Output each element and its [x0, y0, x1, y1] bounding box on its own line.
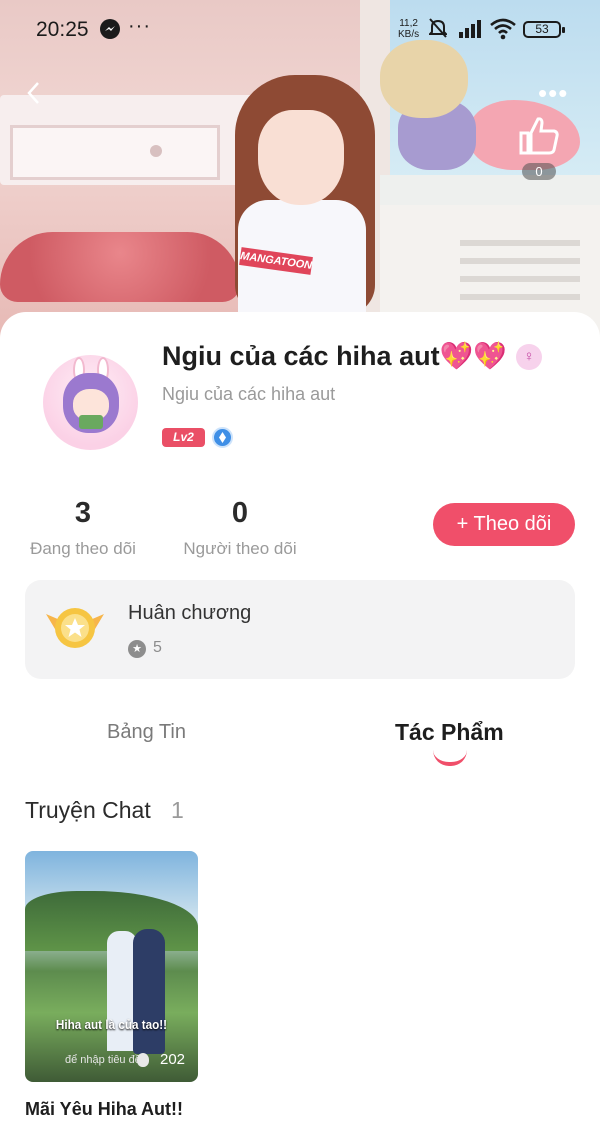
female-gender-icon: ♀	[516, 344, 542, 370]
mute-bell-icon	[427, 18, 449, 38]
battery-indicator: 53	[523, 21, 565, 38]
thumbs-up-icon[interactable]	[517, 113, 561, 157]
character-face	[258, 110, 344, 205]
level-badge[interactable]: Lv2	[162, 428, 205, 447]
cabinet-slat	[460, 276, 580, 282]
network-speed-unit: KB/s	[398, 29, 420, 40]
medal-title: Huân chương	[128, 602, 252, 624]
banner-sill	[380, 175, 600, 205]
status-bar: 20:25 ··· 11,2 KB/s 53	[0, 0, 600, 60]
cover-title-text: Hiha aut là của tao!!	[55, 1017, 168, 1032]
fire-icon	[137, 1053, 149, 1067]
drawer-knob	[150, 145, 162, 157]
cabinet-slat	[460, 294, 580, 300]
diamond-badge-icon[interactable]	[212, 427, 233, 448]
medal-count: 5	[153, 639, 162, 656]
following-label: Đang theo dõi	[30, 539, 136, 558]
network-speed: 11,2 KB/s	[398, 18, 419, 40]
cabinet-slat	[460, 258, 580, 264]
following-stat[interactable]: 3 Đang theo dõi	[22, 497, 144, 559]
section-title: Truyện Chat	[25, 797, 151, 823]
notification-dots: ···	[128, 15, 151, 37]
back-icon[interactable]	[22, 80, 48, 106]
cover-view-count: 202	[160, 1051, 186, 1068]
messenger-icon	[100, 19, 120, 39]
status-time: 20:25	[36, 18, 89, 41]
banner-drawer	[10, 125, 220, 180]
cover-subtitle: để nhập tiêu đề	[65, 1054, 141, 1066]
banner-stool	[0, 232, 240, 302]
work-cover[interactable]: Hiha aut là của tao!! để nhập tiêu đề 20…	[25, 851, 198, 1082]
tab-bang-tin[interactable]: Bảng Tin	[107, 721, 186, 744]
medal-card[interactable]	[25, 580, 575, 679]
avatar[interactable]	[43, 355, 138, 450]
cabinet-slat	[460, 240, 580, 246]
tab-tac-pham[interactable]: Tác Phẩm	[395, 719, 504, 746]
work-title[interactable]: Mãi Yêu Hiha Aut!!	[25, 1099, 183, 1120]
more-options-icon[interactable]: •••	[538, 78, 568, 109]
medal-icon	[44, 600, 106, 656]
followers-stat[interactable]: 0 Người theo dõi	[174, 497, 306, 559]
profile-subtitle: Ngiu của các hiha aut	[162, 384, 336, 404]
follow-button[interactable]: + Theo dõi	[433, 503, 575, 546]
avatar-phone	[79, 415, 103, 429]
cover-girl	[133, 929, 165, 1054]
network-speed-value: 11,2	[399, 18, 418, 29]
like-count: 0	[522, 163, 556, 180]
following-count: 3	[74, 497, 92, 529]
followers-count: 0	[231, 497, 249, 529]
signal-icon	[458, 20, 484, 38]
section-count: 1	[171, 797, 184, 823]
star-icon: ★	[128, 640, 146, 658]
profile-name: Ngiu của các hiha aut💖💖	[162, 341, 507, 371]
wifi-icon	[490, 18, 516, 40]
followers-label: Người theo dõi	[183, 539, 297, 558]
